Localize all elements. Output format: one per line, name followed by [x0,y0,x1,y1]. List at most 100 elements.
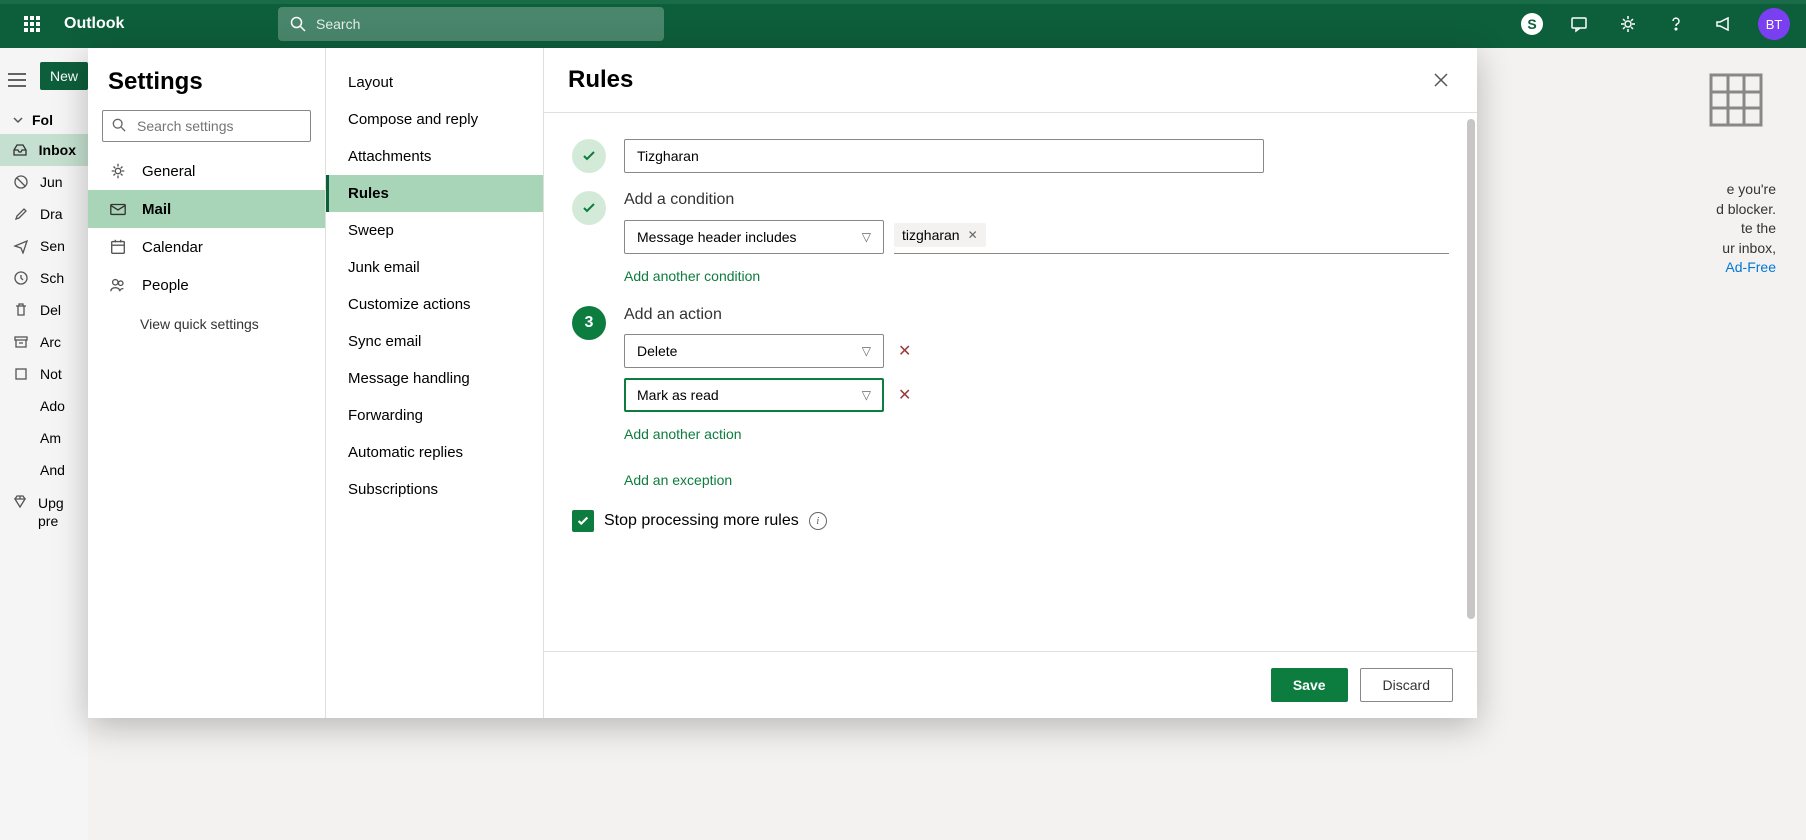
settings-cat-label: Mail [142,201,171,218]
folder-label: Ado [40,398,65,414]
megaphone-icon [1714,14,1734,34]
folder-custom[interactable]: Ado [0,390,88,422]
teams-chat-button[interactable] [1558,0,1602,48]
announcements-button[interactable] [1702,0,1746,48]
upgrade-premium[interactable]: Upgpre [0,486,88,538]
pencil-icon [12,206,30,222]
settings-cat-calendar[interactable]: Calendar [88,228,325,266]
mail-icon [108,200,128,218]
add-exception-link[interactable]: Add an exception [624,468,732,492]
folder-junk[interactable]: Jun [0,166,88,198]
settings-search[interactable] [102,110,311,142]
add-action-link[interactable]: Add another action [624,422,742,446]
action-1-select[interactable]: Delete ▽ [624,334,884,368]
settings-sub-sweep[interactable]: Sweep [326,212,543,249]
settings-cat-label: Calendar [142,239,203,256]
skype-button[interactable]: S [1510,0,1554,48]
settings-sub-junk[interactable]: Junk email [326,249,543,286]
folder-sent[interactable]: Sen [0,230,88,262]
condition-select-value: Message header includes [637,229,797,245]
settings-cat-mail[interactable]: Mail [88,190,325,228]
remove-action-1-button[interactable]: ✕ [894,337,915,365]
settings-sub-handling[interactable]: Message handling [326,360,543,397]
remove-action-2-button[interactable]: ✕ [894,381,915,409]
settings-cat-people[interactable]: People [88,266,325,304]
folder-drafts[interactable]: Dra [0,198,88,230]
settings-button[interactable] [1606,0,1650,48]
settings-sub-autoreply[interactable]: Automatic replies [326,434,543,471]
folders-header[interactable]: Fol [0,106,88,134]
settings-sub-compose[interactable]: Compose and reply [326,101,543,138]
folders-label: Fol [32,112,53,128]
settings-cat-general[interactable]: General [88,152,325,190]
scrollbar-thumb[interactable] [1467,119,1475,619]
chevron-down-icon: ▽ [862,344,871,358]
rule-name-input[interactable] [624,139,1264,173]
gear-icon [1618,14,1638,34]
trash-icon [12,302,30,318]
settings-sub-layout[interactable]: Layout [326,64,543,101]
note-icon [12,366,30,382]
settings-category-nav: Settings General Mail Calendar People Vi… [88,48,326,718]
stop-processing-label: Stop processing more rules [604,512,799,530]
action-2-select[interactable]: Mark as read ▽ [624,378,884,412]
condition-value-input[interactable]: tizgharan ✕ [894,219,1449,254]
folder-scheduled[interactable]: Sch [0,262,88,294]
info-icon[interactable]: i [809,512,827,530]
settings-sub-sync[interactable]: Sync email [326,323,543,360]
settings-subcategory-nav: Layout Compose and reply Attachments Rul… [326,48,544,718]
settings-dialog: Settings General Mail Calendar People Vi… [88,48,1477,718]
waffle-icon [24,16,40,32]
settings-title: Settings [88,68,325,110]
step-3-badge: 3 [572,306,606,340]
settings-sub-attachments[interactable]: Attachments [326,138,543,175]
folder-label: Jun [40,174,63,190]
search-icon [112,118,126,132]
save-button[interactable]: Save [1271,668,1348,702]
settings-sub-rules[interactable]: Rules [326,175,543,212]
hamburger-icon [8,73,26,87]
view-quick-settings-link[interactable]: View quick settings [88,304,325,344]
stop-processing-checkbox[interactable] [572,510,594,532]
user-avatar[interactable]: BT [1758,8,1790,40]
chevron-down-icon: ▽ [862,388,871,402]
folder-deleted[interactable]: Del [0,294,88,326]
diamond-icon [12,494,28,510]
search-box[interactable] [278,7,664,41]
hamburger-button[interactable] [6,62,28,98]
blocked-icon [12,174,30,190]
chat-icon [1570,14,1590,34]
settings-sub-forwarding[interactable]: Forwarding [326,397,543,434]
ad-blocker-notice: e you're d blocker. te the ur inbox, Ad-… [1456,180,1776,278]
settings-sub-subscriptions[interactable]: Subscriptions [326,471,543,508]
discard-button[interactable]: Discard [1360,668,1453,702]
step-2-badge [572,191,606,225]
rules-title: Rules [568,66,633,94]
settings-search-input[interactable] [102,110,311,142]
empty-state-illustration [1706,70,1766,130]
folder-notes[interactable]: Not [0,358,88,390]
settings-cat-label: People [142,277,189,294]
inbox-icon [12,142,29,158]
add-condition-link[interactable]: Add another condition [624,264,760,288]
folder-archive[interactable]: Arc [0,326,88,358]
chevron-down-icon: ▽ [862,230,871,244]
gear-icon [108,162,128,180]
folder-label: Del [40,302,61,318]
help-button[interactable] [1654,0,1698,48]
folder-custom[interactable]: Am [0,422,88,454]
folder-custom[interactable]: And [0,454,88,486]
folder-inbox[interactable]: Inbox [0,134,88,166]
ad-free-link[interactable]: Ad-Free [1725,259,1776,275]
app-launcher-button[interactable] [8,0,56,48]
remove-tag-button[interactable]: ✕ [968,228,978,242]
search-icon [290,16,306,32]
settings-sub-customize[interactable]: Customize actions [326,286,543,323]
action-2-value: Mark as read [637,387,719,403]
new-message-button[interactable]: New [40,62,88,90]
help-icon [1666,14,1686,34]
search-input[interactable] [316,16,652,32]
skype-icon: S [1521,13,1543,35]
close-button[interactable] [1429,68,1453,92]
condition-select[interactable]: Message header includes ▽ [624,220,884,254]
